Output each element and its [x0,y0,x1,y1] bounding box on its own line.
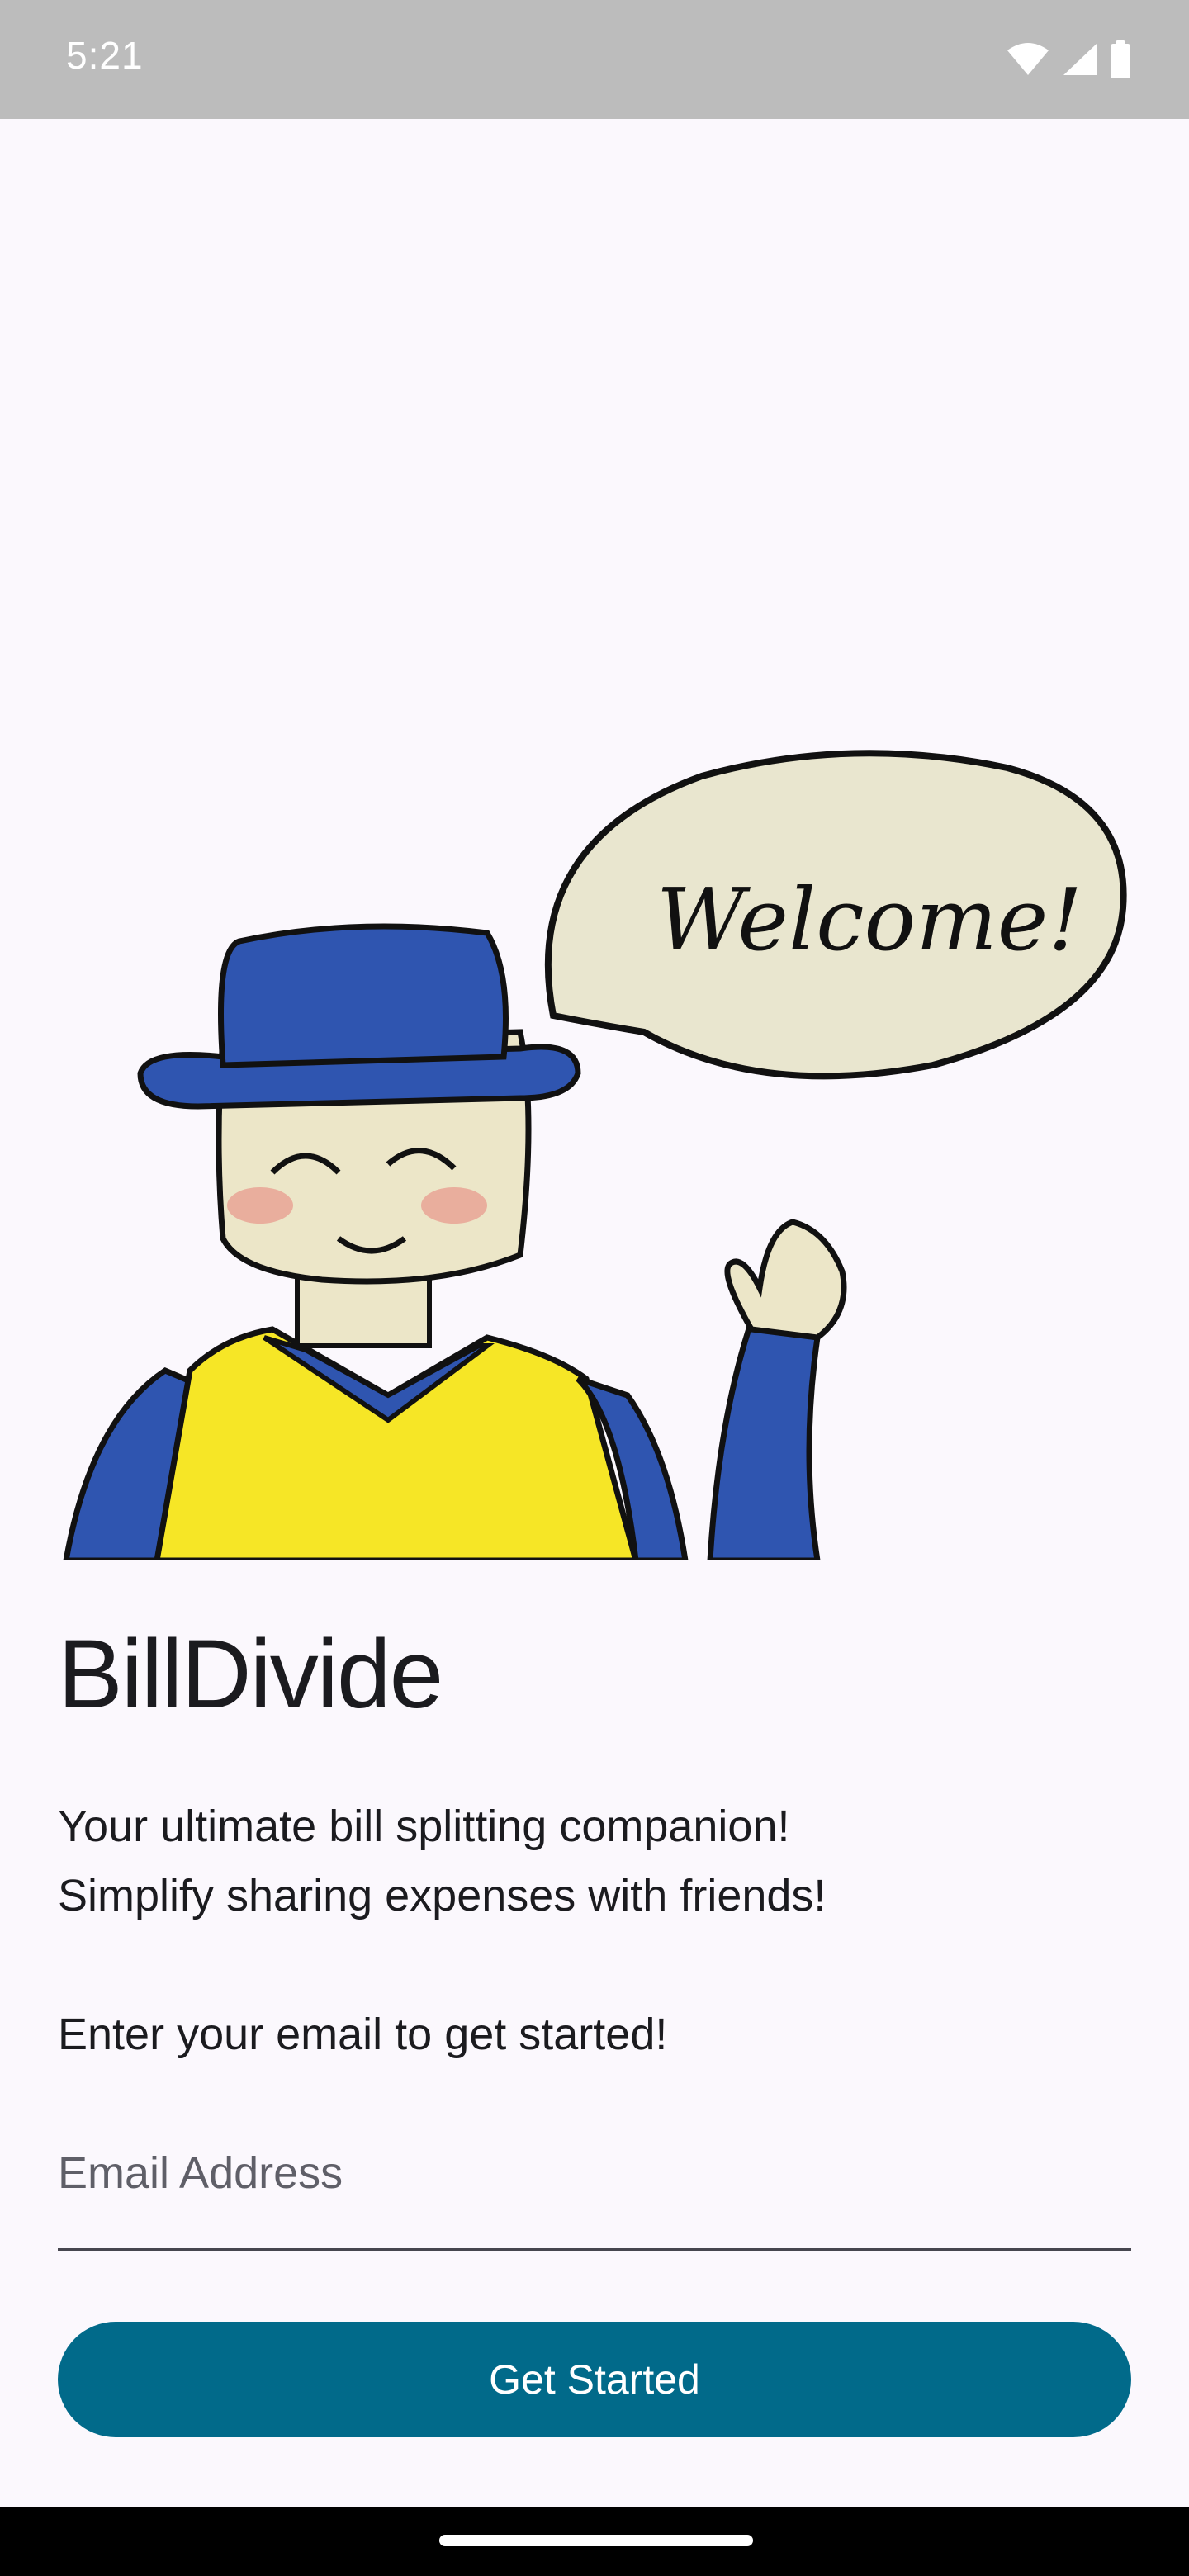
app-title: BillDivide [58,1620,443,1729]
wifi-icon [1007,43,1049,75]
status-bar: 5:21 [0,0,1189,119]
status-time: 5:21 [66,34,144,77]
cell-signal-icon [1063,44,1097,75]
home-indicator[interactable] [439,2535,753,2546]
welcome-illustration: Welcome! [63,750,1127,1560]
email-field[interactable] [58,2114,1131,2251]
email-prompt: Enter your email to get started! [58,2010,668,2059]
tagline-line-1: Your ultimate bill splitting companion! [58,1802,790,1851]
status-icons [1006,40,1131,79]
speech-bubble-text: Welcome! [656,869,1082,970]
email-input[interactable] [58,2114,1131,2248]
tagline-line-2: Simplify sharing expenses with friends! [58,1871,827,1920]
battery-icon [1111,40,1130,78]
get-started-button[interactable]: Get Started [58,2322,1131,2437]
navigation-bar [0,2507,1189,2576]
